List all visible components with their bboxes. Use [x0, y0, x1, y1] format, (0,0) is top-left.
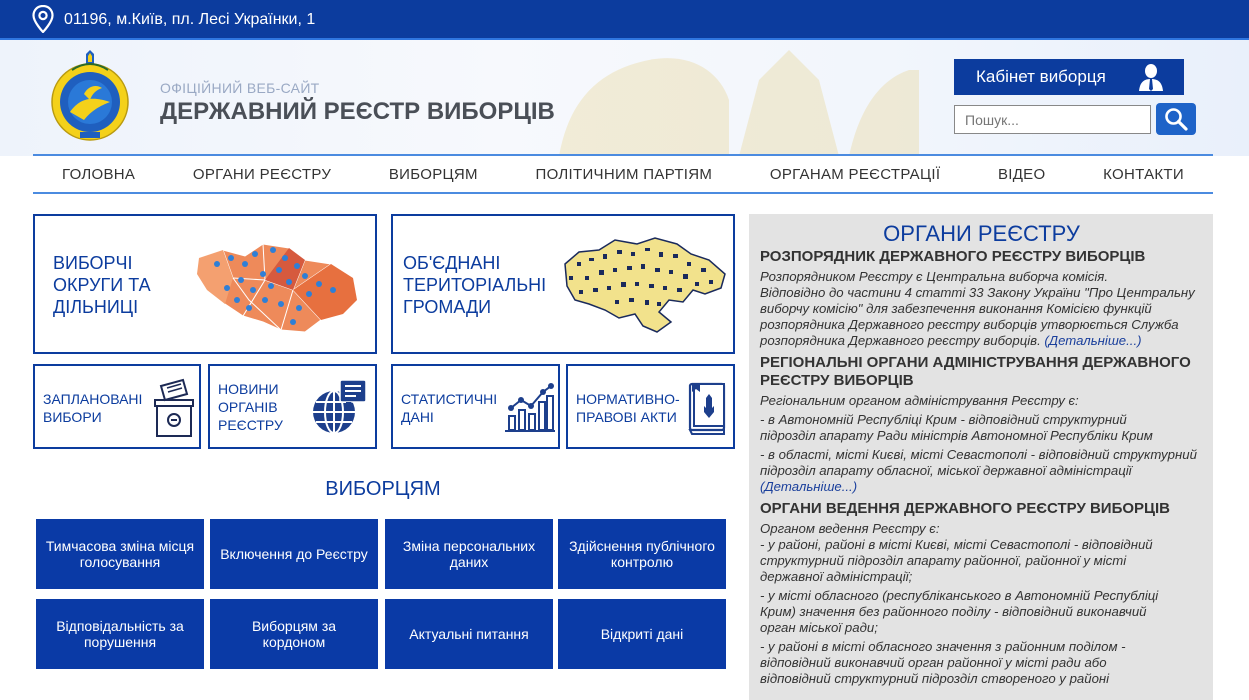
panel-text: - в області, місті Києві, місті Севастоп…	[760, 447, 1197, 462]
search-input[interactable]	[954, 105, 1151, 134]
main-nav: ГОЛОВНА ОРГАНИ РЕЄСТРУ ВИБОРЦЯМ ПОЛІТИЧН…	[33, 154, 1213, 194]
globe-news-icon	[313, 379, 367, 434]
panel-text: - в Автономній Республіці Крим - відпові…	[760, 412, 1127, 427]
voters-section-title: ВИБОРЦЯМ	[325, 478, 441, 500]
panel-text: - у районі в місті обласного значення з …	[760, 639, 1126, 654]
panel-text: виборчу комісію" для забезпечення викона…	[760, 301, 1152, 316]
tile-label: Виборчі округи та дільниці	[53, 253, 151, 317]
search-button[interactable]	[1156, 103, 1196, 135]
header-watermark	[559, 50, 919, 156]
public-control-button[interactable]: Здійснення публічного контролю	[558, 519, 726, 589]
nav-item-video[interactable]: ВІДЕО	[998, 166, 1046, 183]
panel-text: - у місті обласного (республіканського в…	[760, 588, 1159, 603]
law-book-icon	[688, 382, 726, 435]
top-bar: 01196, м.Київ, пл. Лесі Українки, 1	[0, 0, 1249, 40]
bar-chart-icon	[505, 383, 555, 432]
site-header: ОФІЦІЙНИЙ ВЕБ-САЙТ ДЕРЖАВНИЙ РЕЄСТР ВИБО…	[0, 40, 1249, 156]
location-pin-icon	[32, 5, 54, 33]
nav-item-voters[interactable]: ВИБОРЦЯМ	[389, 166, 478, 183]
panel-text: підрозділ апарату обласної, міської держ…	[760, 463, 1132, 478]
ballot-box-icon	[154, 378, 194, 437]
address-text: 01196, м.Київ, пл. Лесі Українки, 1	[64, 11, 316, 28]
registry-bodies-panel: ОРГАНИ РЕЄСТРУ РОЗПОРЯДНИК ДЕРЖАВНОГО РЕ…	[749, 214, 1213, 700]
button-label: Виборцям за кордоном	[251, 618, 337, 650]
button-label: Відкриті дані	[600, 626, 684, 642]
temp-voting-place-change-button[interactable]: Тимчасова зміна місця голосування	[36, 519, 204, 589]
district-map-icon	[196, 243, 358, 333]
voter-cabinet-label: Кабінет виборця	[976, 67, 1106, 86]
voter-cabinet-button[interactable]: Кабінет виборця	[954, 59, 1184, 95]
panel-text: державної адміністрації;	[760, 569, 913, 584]
search-icon	[1165, 108, 1188, 131]
panel-title: ОРГАНИ РЕЄСТРУ	[883, 221, 1080, 246]
button-label: Включення до Реєстру	[220, 546, 368, 562]
panel-heading-regional: РЕГІОНАЛЬНІ ОРГАНИ АДМІНІСТРУВАННЯ ДЕРЖА…	[760, 354, 1191, 389]
panel-text: структурний підрозділ апарату районної, …	[760, 553, 1127, 568]
tile-label: Нормативно- правові акти	[576, 391, 680, 425]
panel-heading-maintenance: ОРГАНИ ВЕДЕННЯ ДЕРЖАВНОГО РЕЄСТРУ ВИБОРЦ…	[760, 500, 1170, 517]
panel-text: відповідний структурний підрозділ створе…	[760, 671, 1110, 686]
tile-legal-acts[interactable]: Нормативно- правові акти	[566, 364, 735, 449]
nav-item-registry-bodies[interactable]: ОРГАНИ РЕЄСТРУ	[193, 166, 331, 183]
cvk-emblem-logo[interactable]	[50, 50, 130, 150]
panel-text: Регіональним органом адміністрування Реє…	[760, 393, 1079, 408]
registry-inclusion-button[interactable]: Включення до Реєстру	[210, 519, 378, 589]
nav-item-home[interactable]: ГОЛОВНА	[62, 166, 135, 183]
panel-text: розпорядника Державного реєстру виборців…	[760, 317, 1179, 332]
panel-text: підрозділ апарату Ради міністрів Автоном…	[760, 428, 1153, 443]
panel-text: Розпорядником Реєстру є Центральна вибор…	[760, 269, 1108, 284]
button-label: Здійснення публічного контролю	[569, 538, 715, 570]
current-issues-button[interactable]: Актуальні питання	[385, 599, 553, 669]
tile-territorial-communities[interactable]: Об'єднані територіальні громади	[391, 214, 735, 354]
panel-text: орган міської ради;	[760, 620, 878, 635]
panel-text: відповідний виконавчий орган районної у …	[760, 655, 1107, 670]
panel-text: Відповідно до частини 4 статті 33 Закону…	[760, 285, 1195, 300]
voters-abroad-button[interactable]: Виборцям за кордоном	[210, 599, 378, 669]
open-data-button[interactable]: Відкриті дані	[558, 599, 726, 669]
panel-text: - у районі, районі в місті Києві, місті …	[760, 537, 1153, 552]
more-link[interactable]: (Детальніше...)	[1044, 333, 1141, 348]
tile-electoral-districts[interactable]: Виборчі округи та дільниці	[33, 214, 377, 354]
tile-statistics[interactable]: Статистичні дані	[391, 364, 560, 449]
button-label: Зміна персональних даних	[402, 538, 536, 570]
liability-for-violations-button[interactable]: Відповідальність за порушення	[36, 599, 204, 669]
nav-item-contacts[interactable]: КОНТАКТИ	[1103, 166, 1184, 183]
nav-item-registration-bodies[interactable]: ОРГАНАМ РЕЄСТРАЦІЇ	[770, 166, 940, 183]
panel-text: розпорядника Державного реєстру виборців…	[760, 333, 1142, 348]
button-label: Відповідальність за порушення	[56, 618, 184, 650]
personal-data-change-button[interactable]: Зміна персональних даних	[385, 519, 553, 589]
tile-registry-news[interactable]: Новини органів реєстру	[208, 364, 377, 449]
tile-label: Об'єднані територіальні громади	[403, 253, 547, 317]
user-icon	[1139, 64, 1163, 91]
tile-label: Заплановані вибори	[43, 391, 143, 425]
panel-heading-administrator: РОЗПОРЯДНИК ДЕРЖАВНОГО РЕЄСТРУ ВИБОРЦІВ	[760, 248, 1146, 265]
tile-label: Статистичні дані	[401, 391, 498, 425]
button-label: Актуальні питання	[409, 626, 529, 642]
panel-text: Органом ведення Реєстру є:	[760, 521, 940, 536]
tile-label: Новини органів реєстру	[218, 381, 283, 433]
more-link[interactable]: (Детальніше...)	[760, 479, 1203, 495]
site-title[interactable]: ДЕРЖАВНИЙ РЕЄСТР ВИБОРЦІВ	[160, 98, 555, 126]
panel-text: Крим) значення без районного поділу - ві…	[760, 604, 1147, 619]
nav-item-political-parties[interactable]: ПОЛІТИЧНИМ ПАРТІЯМ	[536, 166, 713, 183]
tile-planned-elections[interactable]: Заплановані вибори	[33, 364, 201, 449]
ukraine-map-icon	[564, 237, 726, 333]
button-label: Тимчасова зміна місця голосування	[45, 538, 195, 570]
site-subtitle: ОФІЦІЙНИЙ ВЕБ-САЙТ	[160, 80, 320, 96]
